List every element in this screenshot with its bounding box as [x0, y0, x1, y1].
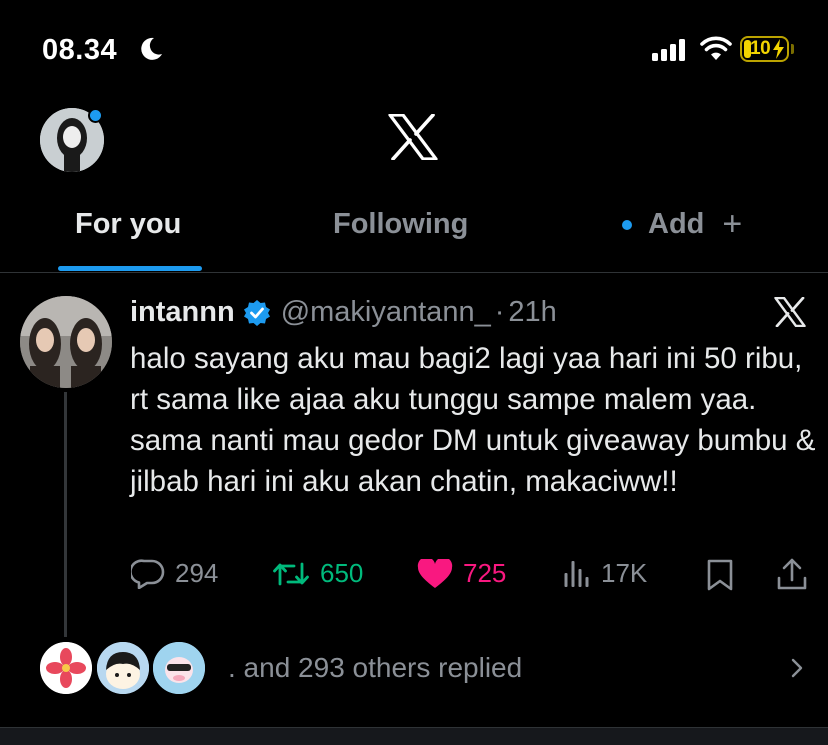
bookmark-icon[interactable] — [706, 559, 734, 591]
chevron-right-icon — [791, 658, 803, 678]
views-chart-icon — [564, 560, 589, 587]
reply-button[interactable]: 294 — [131, 558, 218, 589]
like-button[interactable]: 725 — [417, 558, 506, 589]
tweet-header: intannn @makiyantann_ · 21h — [130, 296, 557, 329]
header-separator: · — [494, 296, 505, 328]
tab-for-you[interactable]: For you — [75, 208, 181, 241]
x-logo-icon[interactable] — [774, 297, 806, 327]
tab-add-label: Add — [648, 208, 705, 240]
status-time: 08.34 — [42, 34, 118, 66]
tweet-text: halo sayang aku mau bagi2 lagi yaa hari … — [130, 342, 816, 498]
replied-summary: . and 293 others replied — [228, 652, 523, 683]
tabs-divider — [0, 272, 828, 273]
retweet-count: 650 — [320, 558, 364, 588]
reply-icon — [131, 558, 165, 589]
heart-icon — [417, 558, 453, 588]
author-name[interactable]: intannn — [130, 296, 235, 329]
next-item-edge — [0, 727, 828, 745]
author-handle[interactable]: @makiyantann_ — [281, 296, 491, 329]
reply-avatar — [37, 639, 95, 697]
share-icon[interactable] — [776, 557, 808, 591]
author-avatar[interactable] — [20, 296, 112, 388]
moon-icon — [141, 37, 162, 60]
tab-following[interactable]: Following — [333, 208, 468, 241]
like-count: 725 — [463, 558, 507, 588]
views-count: 17K — [601, 558, 648, 588]
verified-badge-icon — [243, 299, 270, 326]
retweet-button[interactable]: 650 — [272, 558, 363, 589]
battery-level: 10 — [750, 38, 771, 59]
wifi-icon — [700, 36, 732, 60]
notification-dot — [88, 108, 103, 123]
reply-avatar — [94, 639, 152, 697]
retweet-icon — [273, 562, 309, 585]
reply-count: 294 — [175, 558, 219, 588]
new-indicator-dot — [622, 219, 632, 230]
cellular-signal-icon — [652, 39, 685, 61]
thread-line — [64, 392, 67, 637]
x-logo-icon[interactable] — [388, 114, 438, 160]
plus-icon: + — [722, 205, 743, 243]
views-button[interactable]: 17K — [563, 558, 647, 589]
reply-avatar — [150, 639, 208, 697]
battery-icon: 10 — [740, 36, 789, 62]
tweet-timestamp[interactable]: 21h — [508, 296, 556, 329]
tab-add[interactable]: Add + — [622, 205, 743, 243]
active-tab-indicator — [58, 266, 202, 271]
